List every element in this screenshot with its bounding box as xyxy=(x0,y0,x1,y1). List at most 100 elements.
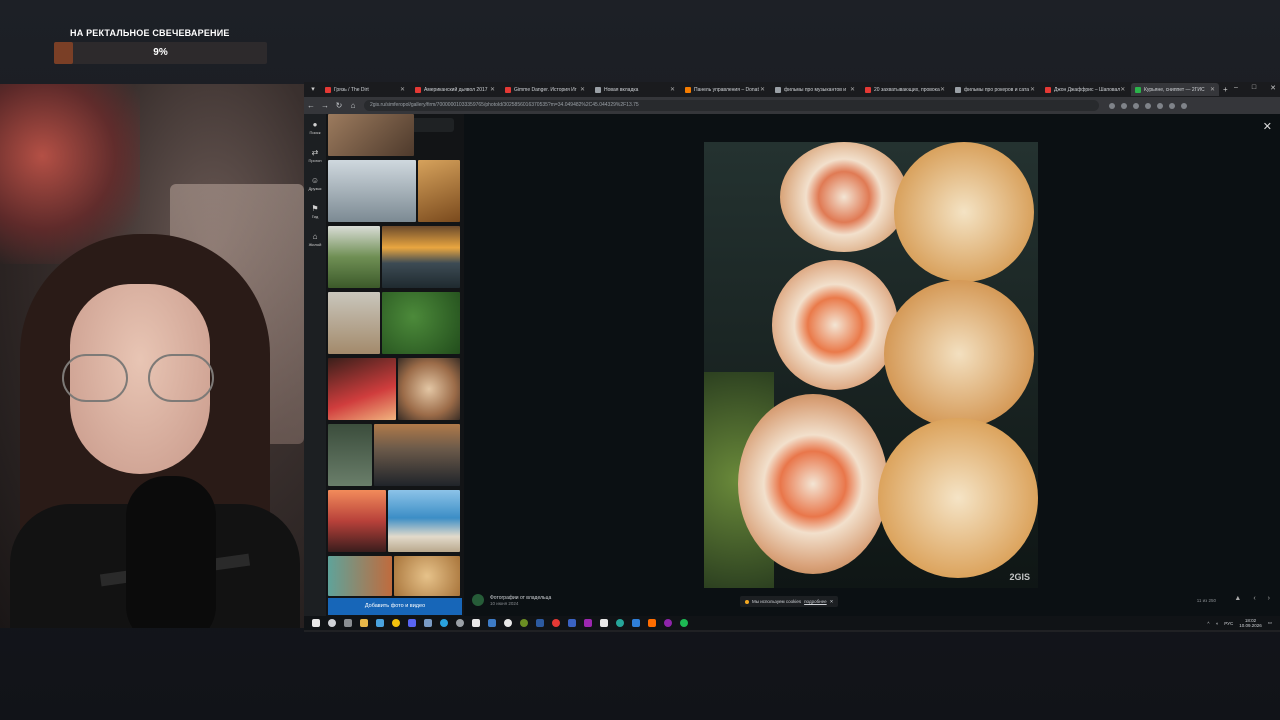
tab-close-icon[interactable]: ✕ xyxy=(850,86,855,93)
tab-close-icon[interactable]: ✕ xyxy=(670,86,675,93)
rail-item[interactable]: ⚑ Гид xyxy=(304,204,326,219)
minimize-icon[interactable]: – xyxy=(1234,84,1238,92)
spotify-icon[interactable] xyxy=(680,619,688,627)
crepe-roll xyxy=(878,418,1038,578)
file-icon[interactable] xyxy=(472,619,480,627)
close-window-icon[interactable]: ✕ xyxy=(1270,84,1276,92)
gallery-thumb[interactable] xyxy=(328,160,416,222)
rail-item[interactable]: ● Поиск xyxy=(304,120,326,135)
maximize-icon[interactable]: □ xyxy=(1252,84,1256,92)
browser-tab[interactable]: Грязь / The Dirt ✕ xyxy=(321,83,409,96)
windows-start-icon[interactable] xyxy=(312,619,320,627)
browser-tab[interactable]: Американский дьявол 2017 ✕ xyxy=(411,83,499,96)
gallery-thumb[interactable] xyxy=(328,358,396,420)
tab-label: фильмы про музыкантов и xyxy=(784,86,847,93)
extension-icon[interactable] xyxy=(1109,102,1115,109)
profile-icon[interactable] xyxy=(1169,102,1175,109)
gallery-thumb[interactable] xyxy=(328,424,372,486)
prev-photo-icon[interactable]: ‹ xyxy=(1253,595,1255,602)
rail-item[interactable]: ⌂ Жилой xyxy=(304,232,326,247)
app-icon[interactable] xyxy=(648,619,656,627)
extension-icon[interactable] xyxy=(1145,102,1151,109)
map-pin-icon: ● xyxy=(312,120,318,129)
tab-close-icon[interactable]: ✕ xyxy=(940,86,945,93)
clock-app-icon[interactable] xyxy=(456,619,464,627)
vk-icon[interactable] xyxy=(488,619,496,627)
tab-close-icon[interactable]: ✕ xyxy=(400,86,405,93)
extension-icon[interactable] xyxy=(1133,102,1139,109)
cookie-close-icon[interactable]: ✕ xyxy=(830,599,834,605)
add-photo-button[interactable]: Добавить фото и видео xyxy=(328,598,462,615)
tab-close-icon[interactable]: ✕ xyxy=(1030,86,1035,93)
browser-icon[interactable] xyxy=(376,619,384,627)
gallery-thumb[interactable] xyxy=(328,114,414,156)
browser-tab[interactable]: Новая вкладка ✕ xyxy=(591,83,679,96)
home-icon[interactable]: ⌂ xyxy=(346,101,360,110)
gallery-thumb[interactable] xyxy=(328,490,386,552)
app-icon[interactable] xyxy=(584,619,592,627)
gallery-thumb[interactable] xyxy=(394,556,460,596)
tab-favicon-icon xyxy=(1045,86,1051,93)
rail-item[interactable]: ⇄ Прогоп xyxy=(304,148,326,163)
gallery-thumb[interactable] xyxy=(328,292,380,354)
report-icon[interactable]: ▲ xyxy=(1234,595,1241,602)
browser-tab[interactable]: фильмы про рокеров и сата ✕ xyxy=(951,83,1039,96)
extension-icon[interactable] xyxy=(1121,102,1127,109)
app-icon[interactable] xyxy=(552,619,560,627)
steam-icon[interactable] xyxy=(424,619,432,627)
browser-tab[interactable]: Джон Джаффрис – Шаповал ✕ xyxy=(1041,83,1129,96)
gallery-thumb[interactable] xyxy=(398,358,460,420)
address-bar[interactable]: 2gis.ru/simferopol/gallery/firm/70000001… xyxy=(364,100,1099,111)
tab-close-icon[interactable]: ✕ xyxy=(1120,86,1125,93)
app-icon[interactable] xyxy=(664,619,672,627)
browser-tab[interactable]: Панель управления – Donat ✕ xyxy=(681,83,769,96)
tab-close-icon[interactable]: ✕ xyxy=(760,86,765,93)
tab-search-icon[interactable]: ▾ xyxy=(307,84,319,96)
telegram-icon[interactable] xyxy=(440,619,448,627)
next-photo-icon[interactable]: › xyxy=(1268,595,1270,602)
chrome-icon[interactable] xyxy=(392,619,400,627)
explorer-icon[interactable] xyxy=(360,619,368,627)
app-icon[interactable] xyxy=(520,619,528,627)
menu-icon[interactable] xyxy=(1181,102,1187,109)
cookie-more-link[interactable]: подробнее xyxy=(804,599,827,604)
rail-item[interactable]: ☺ Друзья xyxy=(304,176,326,191)
photo-viewer: ✕ 2GIS Фотографии от владельца 10 июня 2… xyxy=(464,114,1280,622)
search-icon[interactable] xyxy=(328,619,336,627)
tab-close-icon[interactable]: ✕ xyxy=(490,86,495,93)
extension-icon[interactable] xyxy=(1157,102,1163,109)
browser-tab[interactable]: Курьяне, сниппет — 2ГИС ✕ xyxy=(1131,83,1219,96)
new-tab-button[interactable]: + xyxy=(1223,85,1228,94)
gallery-thumb[interactable] xyxy=(388,490,460,552)
discord-icon[interactable] xyxy=(408,619,416,627)
close-icon[interactable]: ✕ xyxy=(1263,120,1272,133)
browser-tab[interactable]: Gimme Danger. История Иг ✕ xyxy=(501,83,589,96)
volume-icon[interactable]: ◖ xyxy=(1215,621,1218,626)
notepad-icon[interactable] xyxy=(600,619,608,627)
forward-icon[interactable]: → xyxy=(318,101,332,110)
clock[interactable]: 18:02 10.09.2026 xyxy=(1239,618,1262,628)
browser-tab[interactable]: 20 захватывающих, провока ✕ xyxy=(861,83,949,96)
gallery-thumb[interactable] xyxy=(382,292,460,354)
back-icon[interactable]: ← xyxy=(304,101,318,110)
app-icon[interactable] xyxy=(504,619,512,627)
tab-close-icon[interactable]: ✕ xyxy=(580,86,585,93)
gallery-thumb[interactable] xyxy=(418,160,460,222)
gallery-thumb[interactable] xyxy=(382,226,460,288)
stats-icon[interactable] xyxy=(632,619,640,627)
tray-chevron-icon[interactable]: ^ xyxy=(1207,621,1209,626)
text-app-icon[interactable] xyxy=(536,619,544,627)
browser-tab[interactable]: фильмы про музыкантов и ✕ xyxy=(771,83,859,96)
main-photo[interactable]: 2GIS xyxy=(704,142,1038,588)
gallery-thumb[interactable] xyxy=(328,226,380,288)
app-icon[interactable] xyxy=(616,619,624,627)
viewer-nav: ▲ ‹ › xyxy=(1234,595,1270,602)
reload-icon[interactable]: ↻ xyxy=(332,101,346,110)
notifications-icon[interactable]: ▭ xyxy=(1268,620,1272,626)
tab-close-icon[interactable]: ✕ xyxy=(1210,86,1215,93)
language-indicator[interactable]: РУС xyxy=(1224,621,1233,626)
task-view-icon[interactable] xyxy=(344,619,352,627)
app-icon[interactable] xyxy=(568,619,576,627)
gallery-thumb[interactable] xyxy=(374,424,460,486)
gallery-thumb[interactable] xyxy=(328,556,392,596)
